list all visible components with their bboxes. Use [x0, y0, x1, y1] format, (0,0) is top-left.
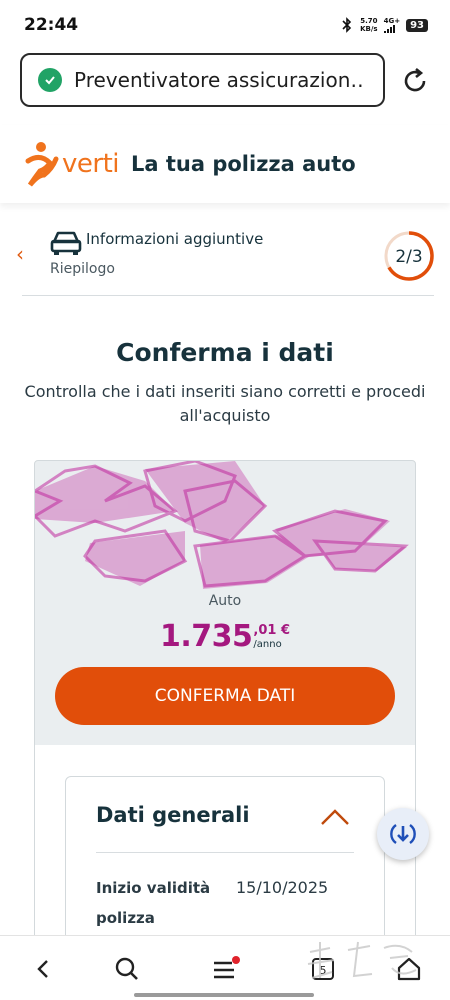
battery-indicator: 93 — [406, 18, 428, 32]
price-main: 1.735 — [159, 619, 253, 654]
price: 1.735 ,01 € /anno — [35, 619, 415, 654]
bluetooth-icon — [342, 17, 352, 33]
redacted-scribble — [35, 461, 409, 589]
menu-button[interactable] — [210, 954, 240, 984]
chevron-left-icon — [37, 960, 48, 978]
next-step-title: Riepilogo — [50, 261, 115, 277]
verti-logo-mark — [25, 142, 59, 187]
network-speed: 5.70 KB/s — [360, 17, 378, 33]
step-progress-ring: 2/3 — [384, 231, 434, 281]
price-decimal: ,01 € — [253, 623, 290, 638]
chevron-up-icon[interactable] — [320, 807, 350, 827]
panel-title[interactable]: Dati generali — [96, 803, 250, 827]
page-title: Conferma i dati — [116, 338, 334, 367]
signal-icon — [383, 25, 395, 33]
product-name: Auto — [208, 593, 242, 609]
header-title: La tua polizza auto — [131, 152, 356, 176]
step-progress-label: 2/3 — [395, 247, 422, 267]
logo-text: verti — [62, 149, 120, 179]
network-indicator: 4G+ — [383, 17, 400, 33]
car-icon — [50, 231, 82, 255]
page-subtitle: Controlla che i dati inseriti siano corr… — [24, 382, 426, 425]
price-unit: /anno — [253, 639, 282, 650]
detail-value: 15/10/2025 — [236, 878, 329, 897]
divider — [96, 852, 354, 853]
chevron-left-icon[interactable]: ‹ — [16, 242, 24, 266]
site-header: verti La tua polizza auto — [0, 125, 450, 203]
shield-check-icon[interactable] — [38, 68, 62, 92]
status-bar: 22:44 5.70 KB/s 4G+ 93 — [0, 0, 450, 50]
page-title-url[interactable]: Preventivatore assicurazion… — [74, 68, 364, 92]
search-icon — [115, 957, 138, 980]
download-icon — [390, 824, 416, 844]
home-indicator — [134, 993, 314, 997]
confirm-data-button[interactable]: CONFERMA DATI — [55, 667, 395, 725]
status-time: 22:44 — [24, 15, 79, 35]
menu-icon — [214, 956, 240, 979]
reload-icon[interactable] — [400, 66, 430, 96]
verti-logo[interactable]: verti — [24, 139, 120, 189]
divider — [22, 295, 434, 296]
current-step-title: Informazioni aggiuntive — [86, 230, 264, 248]
address-bar[interactable]: Preventivatore assicurazion… — [20, 53, 385, 107]
back-button[interactable] — [28, 954, 58, 984]
search-button[interactable] — [112, 954, 142, 984]
step-indicator: ‹ Informazioni aggiuntive Riepilogo 2/3 — [0, 210, 450, 298]
download-floating-button[interactable] — [377, 808, 429, 860]
detail-label: Inizio validità polizza — [96, 879, 211, 927]
watermark — [307, 941, 417, 979]
status-icons: 5.70 KB/s 4G+ 93 — [340, 17, 428, 33]
